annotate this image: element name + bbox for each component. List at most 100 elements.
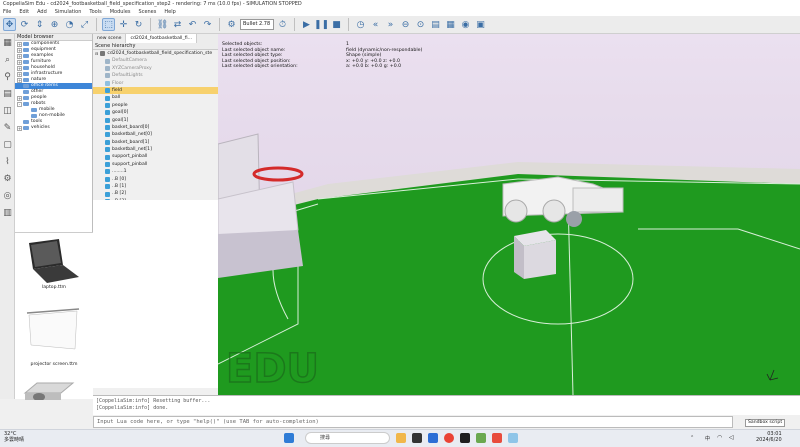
camera-rotate-icon[interactable]: ⟳ bbox=[18, 18, 31, 31]
coppeliasim-taskbar-icon[interactable] bbox=[508, 433, 518, 443]
hierarchy-item[interactable]: people bbox=[93, 102, 218, 109]
expand-toggle-icon[interactable]: + bbox=[17, 95, 22, 101]
chrome-icon[interactable] bbox=[444, 433, 454, 443]
expand-toggle-icon[interactable]: + bbox=[17, 47, 22, 53]
slower-icon[interactable]: « bbox=[369, 18, 382, 31]
menu-tools[interactable]: Tools bbox=[89, 8, 101, 16]
assemble-icon[interactable]: ⛓ bbox=[156, 18, 169, 31]
menu-file[interactable]: File bbox=[3, 8, 11, 16]
menu-modules[interactable]: Modules bbox=[110, 8, 131, 16]
pause-icon[interactable]: ❚❚ bbox=[314, 18, 329, 31]
scene-hierarchy-icon[interactable]: ⌕ bbox=[2, 55, 13, 66]
scene-viewport[interactable]: EDU bbox=[218, 34, 800, 395]
hierarchy-item[interactable]: ..B [1] bbox=[93, 183, 218, 190]
transfer-dna-icon[interactable]: ⇄ bbox=[171, 18, 184, 31]
ball[interactable] bbox=[566, 211, 582, 227]
model-browser-icon[interactable]: ▦ bbox=[2, 38, 13, 49]
play-icon[interactable]: ▶ bbox=[300, 18, 313, 31]
hierarchy-item[interactable]: Floor bbox=[93, 80, 218, 87]
physics-engine-select[interactable]: Bullet 2.78 bbox=[240, 19, 274, 30]
thread-rendering-icon[interactable]: ⊖ bbox=[399, 18, 412, 31]
hierarchy-item[interactable]: support_pinball bbox=[93, 161, 218, 168]
basketball-hoop[interactable] bbox=[218, 133, 304, 278]
sandbox-script-select[interactable]: Sandbox script bbox=[745, 419, 785, 427]
expand-toggle-icon[interactable]: + bbox=[17, 77, 22, 83]
menu-help[interactable]: Help bbox=[164, 8, 175, 16]
hierarchy-item[interactable]: ball bbox=[93, 94, 218, 101]
undo-icon[interactable]: ↶ bbox=[186, 18, 199, 31]
camera-shift-icon[interactable]: ⇕ bbox=[33, 18, 46, 31]
hierarchy-item[interactable]: ..B [2] bbox=[93, 190, 218, 197]
object-select-icon[interactable]: ⬚ bbox=[102, 18, 115, 31]
tab-current-scene[interactable]: cd2024_footbasketball_fi... bbox=[126, 34, 198, 43]
expand-toggle-icon[interactable]: + bbox=[17, 65, 22, 71]
expand-toggle-icon[interactable]: - bbox=[17, 101, 22, 107]
tab-new-scene[interactable]: new scene bbox=[93, 34, 127, 43]
realtime-icon[interactable]: ⏱ bbox=[276, 18, 289, 31]
edge-icon[interactable] bbox=[428, 433, 438, 443]
visibility-icon[interactable]: ◉ bbox=[459, 18, 472, 31]
hierarchy-item[interactable]: basket_board[1] bbox=[93, 139, 218, 146]
lua-command-input[interactable]: Input Lua code here, or type "help()" (u… bbox=[93, 416, 733, 428]
file-explorer-icon[interactable] bbox=[396, 433, 406, 443]
stop-icon[interactable]: ■ bbox=[330, 18, 343, 31]
hierarchy-item[interactable]: goal[0] bbox=[93, 109, 218, 116]
camera-zoom-icon[interactable]: ⊕ bbox=[48, 18, 61, 31]
model-folder-14[interactable]: + vehicles bbox=[15, 125, 92, 131]
menu-simulation[interactable]: Simulation bbox=[55, 8, 82, 16]
expand-toggle-icon[interactable]: + bbox=[17, 59, 22, 65]
taskbar-search-input[interactable]: 搜尋 bbox=[305, 432, 390, 444]
windows-start-icon[interactable] bbox=[284, 433, 294, 443]
video-recorder-icon[interactable]: ▥ bbox=[2, 208, 13, 219]
vim-icon[interactable] bbox=[476, 433, 486, 443]
selection-icon[interactable]: ⚙ bbox=[2, 174, 13, 185]
hierarchy-item[interactable]: DefaultLights bbox=[93, 72, 218, 79]
screenshot-icon[interactable]: ▣ bbox=[474, 18, 487, 31]
expand-toggle-icon[interactable]: + bbox=[17, 125, 22, 131]
fit-to-view-icon[interactable]: ⤢ bbox=[78, 18, 91, 31]
scripts-icon[interactable]: ✎ bbox=[2, 123, 13, 134]
menu-scenes[interactable]: Scenes bbox=[139, 8, 157, 16]
hierarchy-item[interactable]: XYZCameraProxy bbox=[93, 65, 218, 72]
object-shift-icon[interactable]: ✛ bbox=[117, 18, 130, 31]
hierarchy-item[interactable]: support_pinball bbox=[93, 153, 218, 160]
weather-widget[interactable]: 32°C 多雲時晴 bbox=[4, 431, 24, 443]
menu-add[interactable]: Add bbox=[37, 8, 47, 16]
page-selector-icon[interactable]: ▤ bbox=[429, 18, 442, 31]
shape-edit-icon[interactable]: ▢ bbox=[2, 140, 13, 151]
hierarchy-item[interactable]: basketball_net[0] bbox=[93, 131, 218, 138]
network-icon[interactable]: ◠ bbox=[717, 434, 722, 441]
hierarchy-item[interactable]: DefaultCamera bbox=[93, 57, 218, 64]
realtime-mode-icon[interactable]: ◷ bbox=[354, 18, 367, 31]
layers-icon[interactable]: ◎ bbox=[2, 191, 13, 202]
toggle-visualization-icon[interactable]: ⊙ bbox=[414, 18, 427, 31]
hierarchy-item[interactable]: goal[1] bbox=[93, 117, 218, 124]
input-language[interactable]: 中 bbox=[705, 435, 710, 442]
gray-box[interactable] bbox=[514, 230, 556, 279]
hierarchy-item[interactable]: ..B [0] bbox=[93, 176, 218, 183]
path-edit-icon[interactable]: ⌇ bbox=[2, 157, 13, 168]
camera-angle-icon[interactable]: ◔ bbox=[63, 18, 76, 31]
menu-edit[interactable]: Edit bbox=[19, 8, 29, 16]
hierarchy-item[interactable]: ........1 bbox=[93, 168, 218, 175]
hierarchy-item[interactable]: field bbox=[93, 86, 218, 95]
projector-icon[interactable] bbox=[23, 382, 75, 401]
hierarchy-root[interactable]: ⊟ cd2024_footbasketball_field_specificat… bbox=[93, 50, 218, 57]
app-icon[interactable] bbox=[492, 433, 502, 443]
properties-icon[interactable]: ⚲ bbox=[2, 72, 13, 83]
collections-icon[interactable]: ◫ bbox=[2, 106, 13, 117]
clock[interactable]: 03:01 2024/6/20 bbox=[756, 431, 782, 443]
expand-toggle-icon[interactable]: + bbox=[17, 53, 22, 59]
physics-engine-icon[interactable]: ⚙ bbox=[225, 18, 238, 31]
faster-icon[interactable]: » bbox=[384, 18, 397, 31]
hierarchy-item[interactable]: basket_board[0] bbox=[93, 124, 218, 131]
collapse-icon[interactable]: ⊟ bbox=[95, 50, 98, 57]
object-rotate-icon[interactable]: ↻ bbox=[132, 18, 145, 31]
tray-icons[interactable]: ⌃ bbox=[690, 435, 694, 441]
volume-icon[interactable]: ◁ bbox=[729, 434, 734, 441]
expand-toggle-icon[interactable]: + bbox=[17, 41, 22, 47]
app-icon[interactable] bbox=[412, 433, 422, 443]
camera-pan-icon[interactable]: ✥ bbox=[3, 18, 16, 31]
laptop-icon[interactable] bbox=[29, 239, 79, 283]
redo-icon[interactable]: ↷ bbox=[201, 18, 214, 31]
